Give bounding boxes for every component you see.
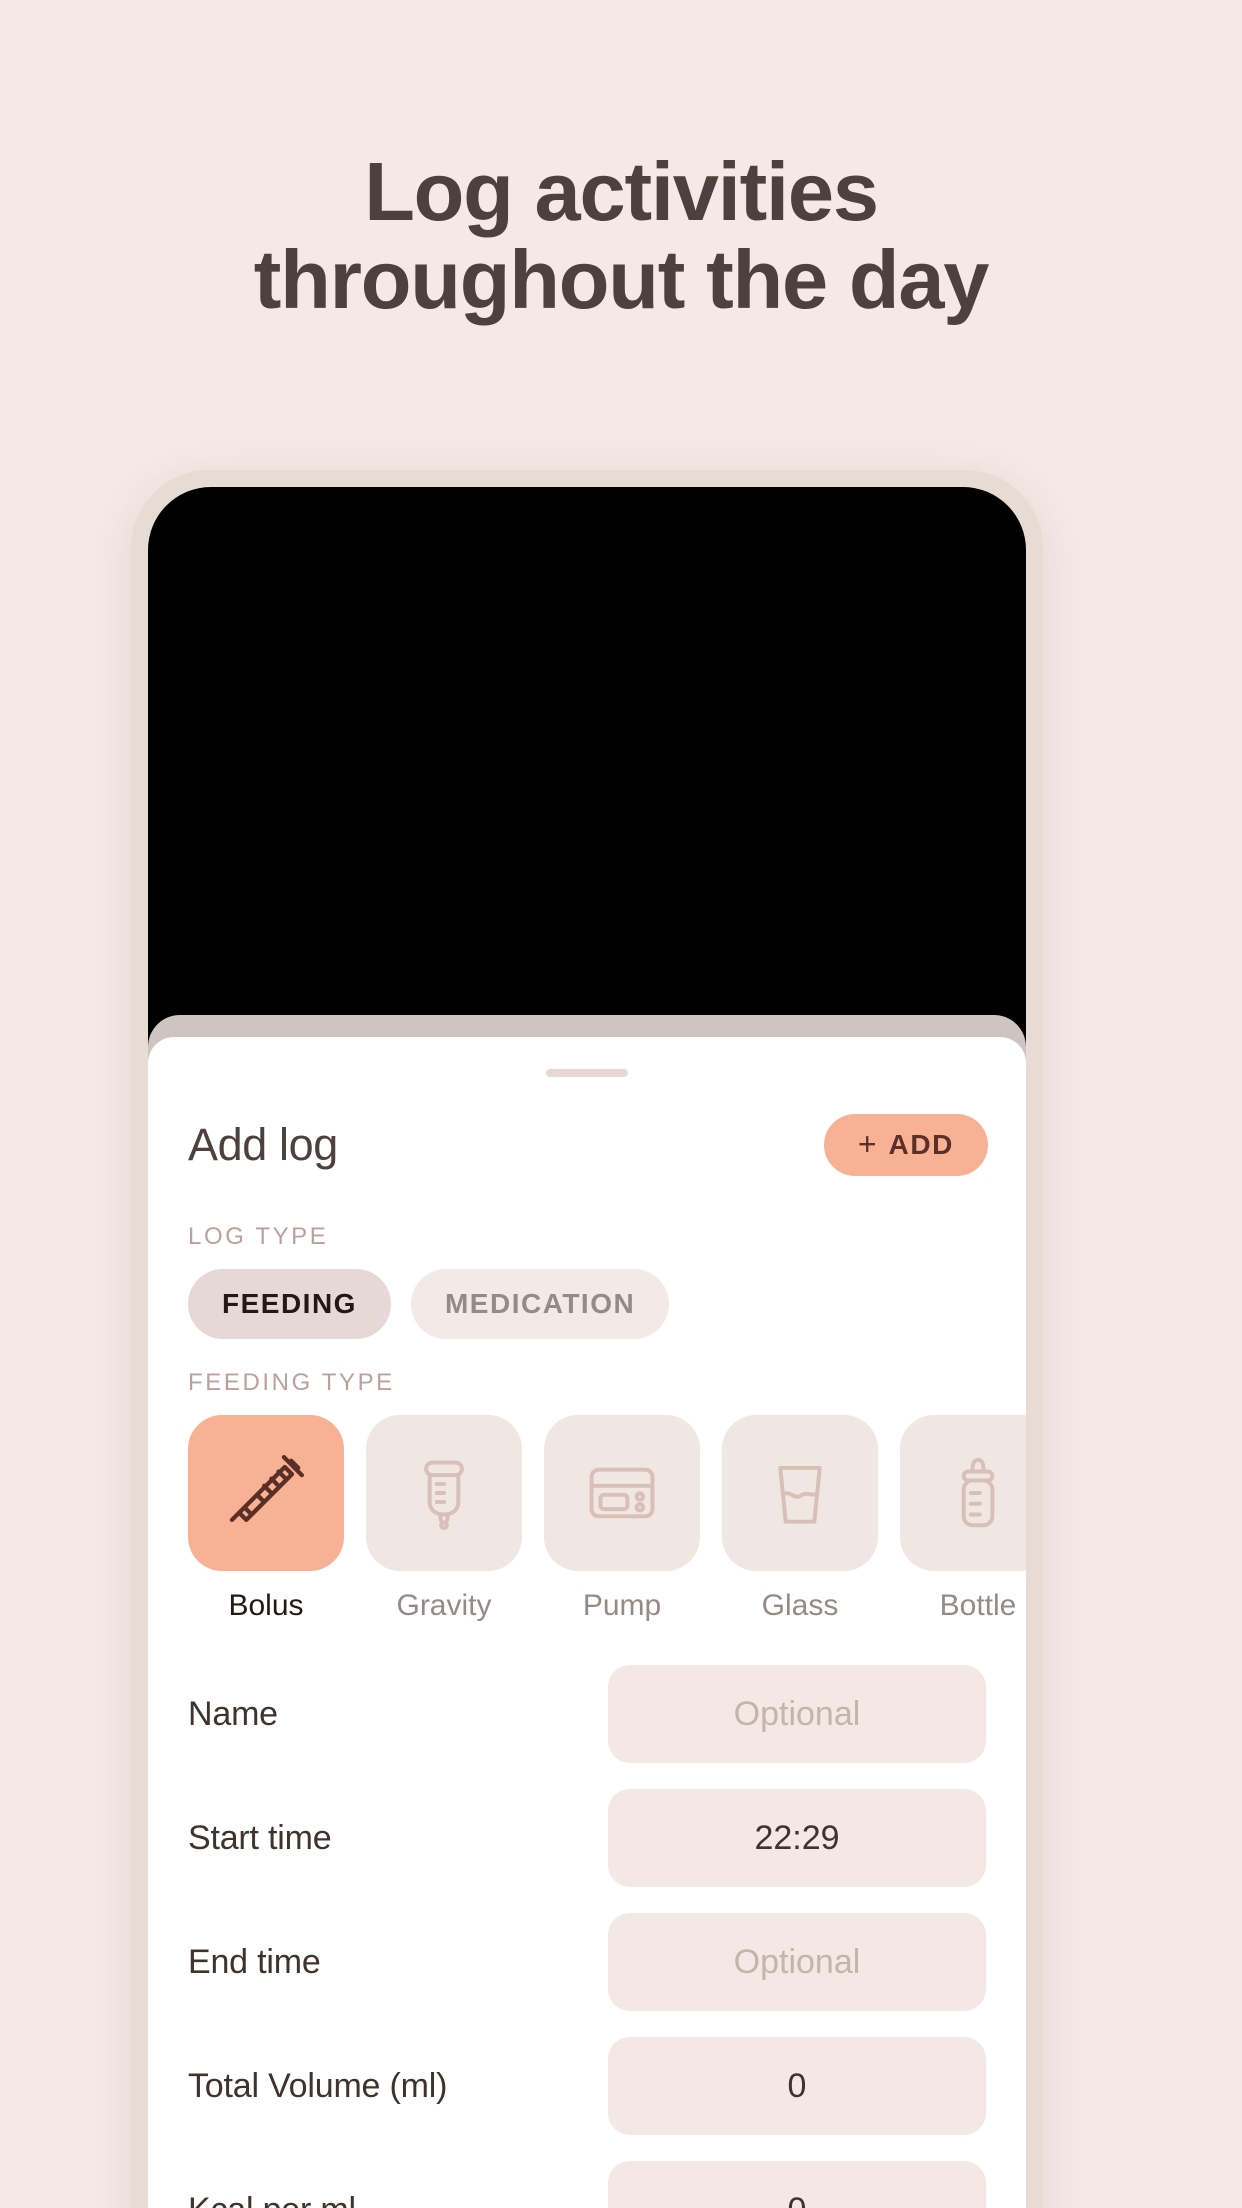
syringe-icon <box>223 1450 309 1536</box>
add-button-label: ADD <box>888 1129 954 1160</box>
feeding-type-section-label: FEEDING TYPE <box>188 1369 395 1396</box>
baby-bottle-icon <box>935 1450 1021 1536</box>
feeding-type-label-bolus: Bolus <box>228 1589 304 1622</box>
log-type-section-label: LOG TYPE <box>188 1223 329 1250</box>
feeding-type-tile-row: Bolus Gravity Pump Glass Bottle <box>148 1415 1026 1623</box>
headline-line-1: Log activities <box>364 145 879 238</box>
kcal-per-ml-input[interactable]: 0 <box>608 2161 986 2208</box>
pump-device-icon <box>579 1450 665 1536</box>
add-log-bottom-sheet: Add log + ADD LOG TYPE FEEDING MEDICATIO… <box>148 1037 1026 2208</box>
phone-device-frame: Add log + ADD LOG TYPE FEEDING MEDICATIO… <box>131 470 1043 2208</box>
log-form: Name Optional Start time 22:29 End time … <box>148 1665 1026 2208</box>
form-row-start-time: Start time 22:29 <box>188 1789 986 1887</box>
form-label-total-volume: Total Volume (ml) <box>188 2066 448 2105</box>
log-type-chip-feeding[interactable]: FEEDING <box>188 1269 391 1339</box>
plus-icon: + <box>857 1125 877 1162</box>
feeding-type-label-pump: Pump <box>582 1589 662 1622</box>
form-label-end-time: End time <box>188 1942 321 1981</box>
feeding-type-option-bolus: Bolus <box>188 1415 344 1623</box>
form-label-name: Name <box>188 1694 278 1733</box>
feeding-type-tile-bolus[interactable] <box>188 1415 344 1571</box>
feeding-type-tile-glass[interactable] <box>722 1415 878 1571</box>
feeding-type-tile-gravity[interactable] <box>366 1415 522 1571</box>
feeding-type-tile-pump[interactable] <box>544 1415 700 1571</box>
form-label-start-time: Start time <box>188 1818 332 1857</box>
feeding-type-label-bottle: Bottle <box>939 1589 1017 1622</box>
sheet-drag-handle[interactable] <box>546 1069 628 1077</box>
form-row-total-volume: Total Volume (ml) 0 <box>188 2037 986 2135</box>
headline-line-2: throughout the day <box>253 232 990 326</box>
log-type-chip-medication[interactable]: MEDICATION <box>410 1269 670 1339</box>
sheet-header: Add log + ADD <box>148 1097 1026 1193</box>
feeding-type-option-gravity: Gravity <box>366 1415 522 1623</box>
feeding-type-option-bottle: Bottle <box>900 1415 1026 1623</box>
feeding-type-option-glass: Glass <box>722 1415 878 1623</box>
total-volume-input[interactable]: 0 <box>608 2037 986 2135</box>
name-input[interactable]: Optional <box>608 1665 986 1763</box>
gravity-bag-icon <box>401 1450 487 1536</box>
end-time-input[interactable]: Optional <box>608 1913 986 2011</box>
promo-headline: Log activities throughout the day <box>0 148 1242 324</box>
form-row-name: Name Optional <box>188 1665 986 1763</box>
water-glass-icon <box>757 1450 843 1536</box>
form-label-kcal-per-ml: Kcal per ml <box>188 2191 356 2208</box>
feeding-type-tile-bottle[interactable] <box>900 1415 1026 1571</box>
form-row-end-time: End time Optional <box>188 1913 986 2011</box>
page-title: Add log <box>188 1119 338 1170</box>
form-row-kcal-per-ml: Kcal per ml 0 <box>188 2161 986 2208</box>
feeding-type-option-pump: Pump <box>544 1415 700 1623</box>
add-button[interactable]: + ADD <box>823 1114 988 1176</box>
feeding-type-label-gravity: Gravity <box>396 1589 492 1622</box>
feeding-type-label-glass: Glass <box>761 1589 839 1622</box>
start-time-input[interactable]: 22:29 <box>608 1789 986 1887</box>
log-type-chip-row: FEEDING MEDICATION <box>148 1269 1026 1339</box>
phone-screen: Add log + ADD LOG TYPE FEEDING MEDICATIO… <box>148 487 1026 2208</box>
